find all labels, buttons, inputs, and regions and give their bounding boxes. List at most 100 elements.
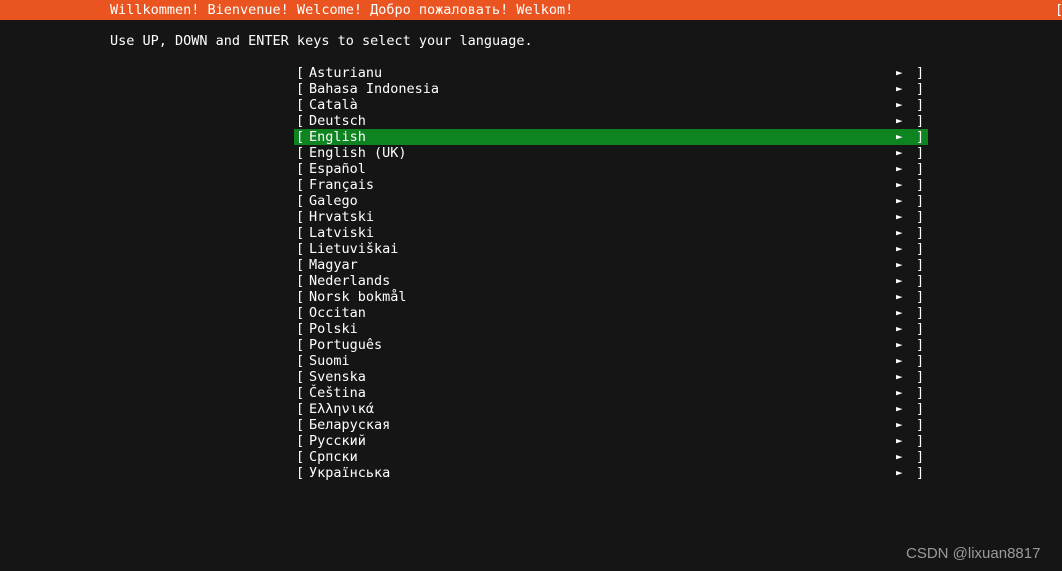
list-item-close-bracket: ] xyxy=(916,81,925,97)
language-label: Српски xyxy=(309,449,358,465)
language-label: Bahasa Indonesia xyxy=(309,81,440,97)
language-list-item[interactable]: [Hrvatski ►] xyxy=(294,209,928,225)
chevron-right-icon: ► xyxy=(896,194,903,207)
language-label: Français xyxy=(309,177,375,193)
language-list-item[interactable]: [Svenska ►] xyxy=(294,369,928,385)
language-list: [Asturianu ►][Bahasa Indonesia ►][Català ►]… xyxy=(294,65,928,481)
list-item-close-bracket: ] xyxy=(916,209,925,225)
language-list-item[interactable]: [Bahasa Indonesia ►] xyxy=(294,81,928,97)
list-item-close-bracket: ] xyxy=(916,97,925,113)
list-item-close-bracket: ] xyxy=(916,385,925,401)
chevron-right-icon: ► xyxy=(896,98,903,111)
welcome-header-bar: Willkommen! Bienvenue! Welcome! Добро по… xyxy=(0,0,1062,20)
chevron-right-icon: ► xyxy=(896,402,903,415)
list-item-open-bracket: [ xyxy=(296,369,305,385)
language-list-item[interactable]: [Español ►] xyxy=(294,161,928,177)
list-item-close-bracket: ] xyxy=(916,321,925,337)
list-item-close-bracket: ] xyxy=(916,65,925,81)
list-item-close-bracket: ] xyxy=(916,257,925,273)
list-item-open-bracket: [ xyxy=(296,321,305,337)
language-list-item[interactable]: [Nederlands ►] xyxy=(294,273,928,289)
chevron-right-icon: ► xyxy=(896,114,903,127)
list-item-open-bracket: [ xyxy=(296,65,305,81)
language-list-item[interactable]: [Polski ►] xyxy=(294,321,928,337)
list-item-open-bracket: [ xyxy=(296,353,305,369)
language-list-item[interactable]: [Suomi ►] xyxy=(294,353,928,369)
language-label: Galego xyxy=(309,193,358,209)
list-item-open-bracket: [ xyxy=(296,449,305,465)
chevron-right-icon: ► xyxy=(896,66,903,79)
instruction-text: Use UP, DOWN and ENTER keys to select yo… xyxy=(110,33,533,49)
language-list-item[interactable]: [Ελληνικά ►] xyxy=(294,401,928,417)
language-label: Occitan xyxy=(309,305,366,321)
list-item-close-bracket: ] xyxy=(916,113,925,129)
list-item-close-bracket: ] xyxy=(916,401,925,417)
list-item-close-bracket: ] xyxy=(916,337,925,353)
chevron-right-icon: ► xyxy=(896,130,903,143)
list-item-open-bracket: [ xyxy=(296,273,305,289)
list-item-close-bracket: ] xyxy=(916,305,925,321)
list-item-open-bracket: [ xyxy=(296,193,305,209)
list-item-open-bracket: [ xyxy=(296,257,305,273)
list-item-open-bracket: [ xyxy=(296,385,305,401)
language-list-item[interactable]: [Українська ►] xyxy=(294,465,928,481)
language-label: Español xyxy=(309,161,366,177)
language-list-item[interactable]: [Français ►] xyxy=(294,177,928,193)
list-item-open-bracket: [ xyxy=(296,145,305,161)
language-list-item[interactable]: [Galego ►] xyxy=(294,193,928,209)
language-label: Русский xyxy=(309,433,366,449)
language-label: Беларуская xyxy=(309,417,391,433)
language-list-item[interactable]: [Latviski ►] xyxy=(294,225,928,241)
list-item-open-bracket: [ xyxy=(296,337,305,353)
chevron-right-icon: ► xyxy=(896,226,903,239)
language-list-item[interactable]: [Беларуская ►] xyxy=(294,417,928,433)
list-item-close-bracket: ] xyxy=(916,129,925,145)
list-item-close-bracket: ] xyxy=(916,449,925,465)
list-item-close-bracket: ] xyxy=(916,241,925,257)
language-label: Deutsch xyxy=(309,113,366,129)
language-label: Polski xyxy=(309,321,358,337)
list-item-open-bracket: [ xyxy=(296,289,305,305)
list-item-open-bracket: [ xyxy=(296,209,305,225)
chevron-right-icon: ► xyxy=(896,210,903,223)
language-list-item[interactable]: [Occitan ►] xyxy=(294,305,928,321)
list-item-close-bracket: ] xyxy=(916,273,925,289)
language-list-item[interactable]: [Magyar ►] xyxy=(294,257,928,273)
chevron-right-icon: ► xyxy=(896,466,903,479)
language-list-item[interactable]: [English ►] xyxy=(294,129,928,145)
list-item-open-bracket: [ xyxy=(296,129,305,145)
chevron-right-icon: ► xyxy=(896,322,903,335)
language-list-item[interactable]: [Norsk bokmål ►] xyxy=(294,289,928,305)
list-item-open-bracket: [ xyxy=(296,97,305,113)
language-list-item[interactable]: [Čeština ►] xyxy=(294,385,928,401)
list-item-open-bracket: [ xyxy=(296,417,305,433)
list-item-close-bracket: ] xyxy=(916,177,925,193)
language-list-item[interactable]: [Português ►] xyxy=(294,337,928,353)
list-item-close-bracket: ] xyxy=(916,353,925,369)
list-item-close-bracket: ] xyxy=(916,465,925,481)
language-list-item[interactable]: [Русский ►] xyxy=(294,433,928,449)
list-item-open-bracket: [ xyxy=(296,305,305,321)
language-label: English xyxy=(309,129,366,145)
language-list-item[interactable]: [Català ►] xyxy=(294,97,928,113)
language-label: Suomi xyxy=(309,353,350,369)
list-item-close-bracket: ] xyxy=(916,225,925,241)
language-list-item[interactable]: [Lietuviškai ►] xyxy=(294,241,928,257)
language-list-item[interactable]: [English (UK) ►] xyxy=(294,145,928,161)
language-list-item[interactable]: [Asturianu ►] xyxy=(294,65,928,81)
language-label: Norsk bokmål xyxy=(309,289,407,305)
watermark: CSDN @lixuan8817 xyxy=(906,545,1041,562)
language-list-item[interactable]: [Deutsch ►] xyxy=(294,113,928,129)
list-item-open-bracket: [ xyxy=(296,241,305,257)
list-item-open-bracket: [ xyxy=(296,81,305,97)
language-list-item[interactable]: [Српски ►] xyxy=(294,449,928,465)
chevron-right-icon: ► xyxy=(896,82,903,95)
language-label: Hrvatski xyxy=(309,209,375,225)
list-item-close-bracket: ] xyxy=(916,161,925,177)
chevron-right-icon: ► xyxy=(896,162,903,175)
chevron-right-icon: ► xyxy=(896,418,903,431)
chevron-right-icon: ► xyxy=(896,354,903,367)
chevron-right-icon: ► xyxy=(896,258,903,271)
language-label: Latviski xyxy=(309,225,375,241)
language-label: Asturianu xyxy=(309,65,383,81)
